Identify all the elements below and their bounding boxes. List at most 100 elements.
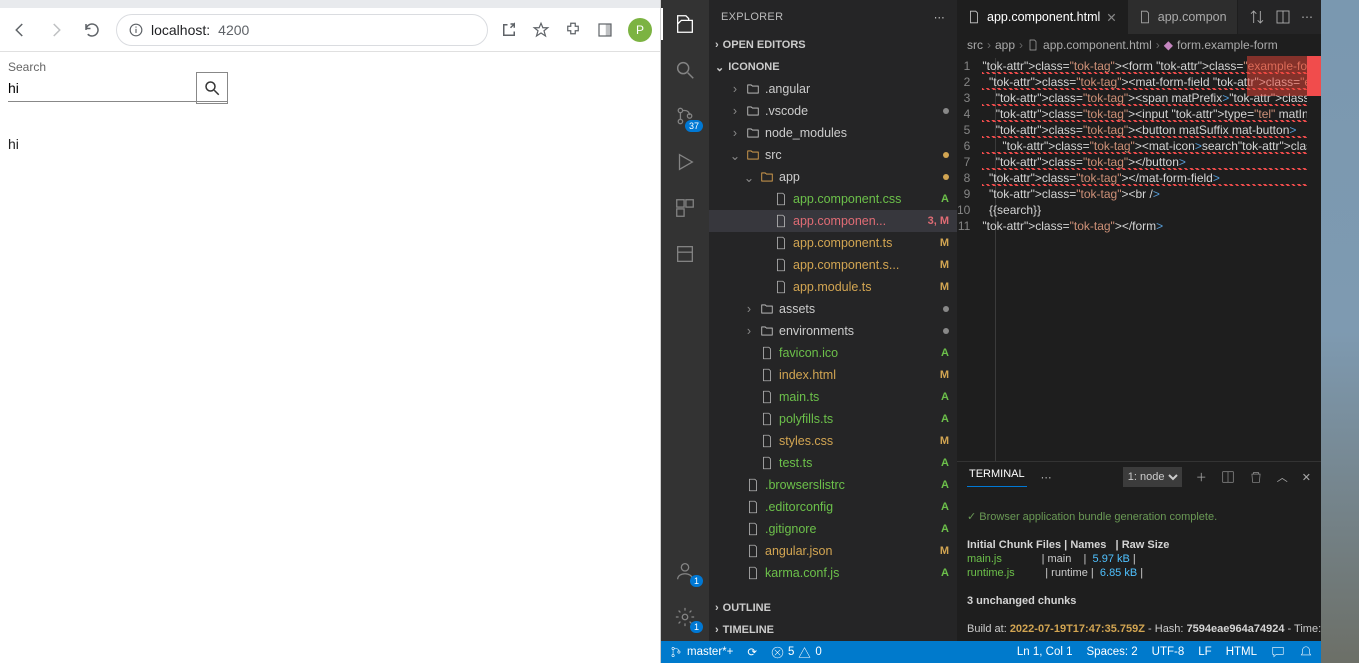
panel-tab-terminal[interactable]: TERMINAL <box>967 468 1027 487</box>
scm-badge: 37 <box>685 120 703 132</box>
terminal-selector[interactable]: 1: node <box>1123 467 1182 487</box>
section-outline[interactable]: ›OUTLINE <box>709 597 957 619</box>
chrome-window: localhost: 4200 P Search hi <box>0 0 661 663</box>
folder-row[interactable]: ⌄app <box>709 166 957 188</box>
file-row[interactable]: main.tsA <box>709 386 957 408</box>
sidebar-more-icon[interactable]: ⋯ <box>934 11 945 24</box>
file-row[interactable]: test.tsA <box>709 452 957 474</box>
address-bar[interactable]: localhost: 4200 <box>116 14 488 46</box>
folder-row[interactable]: ›.angular <box>709 78 957 100</box>
tab-secondary[interactable]: app.compon <box>1128 0 1238 34</box>
terminal-panel: TERMINAL ⋯ 1: node ＋ ︿ ✕ ✓ Browser appli… <box>957 461 1321 641</box>
editor-area: app.component.html ✕ app.compon ⋯ src› <box>957 0 1321 641</box>
symbol-icon: ◆ <box>1164 38 1173 52</box>
file-row[interactable]: .editorconfigA <box>709 496 957 518</box>
panel-more-icon[interactable]: ⋯ <box>1041 471 1052 484</box>
file-row[interactable]: .gitignoreA <box>709 518 957 540</box>
file-row[interactable]: karma.conf.jsA <box>709 562 957 584</box>
file-row[interactable]: favicon.icoA <box>709 342 957 364</box>
section-project[interactable]: ⌄ICONONE <box>709 56 957 78</box>
folder-row[interactable]: ›node_modules <box>709 122 957 144</box>
status-cursor[interactable]: Ln 1, Col 1 <box>1017 646 1073 658</box>
split-terminal-icon[interactable] <box>1221 470 1235 484</box>
file-row[interactable]: .browserslistrcA <box>709 474 957 496</box>
status-bar: master*+ ⟳ 5 0 Ln 1, Col 1 Spaces: 2 UTF… <box>661 641 1321 663</box>
bookmark-icon[interactable] <box>532 21 550 39</box>
status-feedback-icon[interactable] <box>1271 645 1285 659</box>
status-notifications-icon[interactable] <box>1299 645 1313 659</box>
extensions-icon[interactable] <box>564 21 582 39</box>
editor-more-icon[interactable]: ⋯ <box>1301 10 1313 24</box>
activity-accounts[interactable]: 1 <box>671 557 699 585</box>
file-icon <box>967 10 981 24</box>
new-terminal-icon[interactable]: ＋ <box>1196 469 1207 485</box>
sidebar: EXPLORER ⋯ ›OPEN EDITORS ⌄ICONONE ›.angu… <box>709 0 957 641</box>
file-icon <box>1027 39 1039 51</box>
folder-row[interactable]: ⌄src <box>709 144 957 166</box>
file-row[interactable]: app.component.s...M <box>709 254 957 276</box>
close-panel-icon[interactable]: ✕ <box>1302 471 1311 484</box>
search-button[interactable] <box>196 72 228 104</box>
share-icon[interactable] <box>500 21 518 39</box>
tab-active[interactable]: app.component.html ✕ <box>957 0 1128 34</box>
side-panel-icon[interactable] <box>596 21 614 39</box>
settings-badge: 1 <box>690 621 703 633</box>
status-indent[interactable]: Spaces: 2 <box>1087 646 1138 658</box>
reload-button[interactable] <box>80 18 104 42</box>
activity-extensions[interactable] <box>671 194 699 222</box>
forward-button[interactable] <box>44 18 68 42</box>
file-tree: ›.angular›.vscode›node_modules⌄src⌄appap… <box>709 78 957 597</box>
overview-ruler[interactable] <box>1307 56 1321 461</box>
code-editor[interactable]: 1234567891011 "tok-attr">class="tok-tag"… <box>957 56 1321 461</box>
activity-source-control[interactable]: 37 <box>671 102 699 130</box>
activity-other[interactable] <box>671 240 699 268</box>
vscode-window: 37 1 1 <box>661 0 1321 663</box>
status-encoding[interactable]: UTF-8 <box>1152 646 1185 658</box>
breadcrumbs[interactable]: src› app› app.component.html› ◆ form.exa… <box>957 34 1321 56</box>
file-row[interactable]: app.component.cssA <box>709 188 957 210</box>
maximize-panel-icon[interactable]: ︿ <box>1277 469 1288 485</box>
back-button[interactable] <box>8 18 32 42</box>
file-row[interactable]: angular.jsonM <box>709 540 957 562</box>
file-row[interactable]: styles.cssM <box>709 430 957 452</box>
compare-changes-icon[interactable] <box>1249 9 1265 25</box>
accounts-badge: 1 <box>690 575 703 587</box>
file-row[interactable]: index.htmlM <box>709 364 957 386</box>
status-language[interactable]: HTML <box>1226 646 1257 658</box>
profile-avatar[interactable]: P <box>628 18 652 42</box>
terminal-output[interactable]: ✓ Browser application bundle generation … <box>957 492 1321 641</box>
output-text: hi <box>8 136 652 152</box>
editor-tabs: app.component.html ✕ app.compon ⋯ <box>957 0 1321 34</box>
activity-explorer[interactable] <box>671 10 699 38</box>
status-sync[interactable]: ⟳ <box>747 645 757 659</box>
activity-run-debug[interactable] <box>671 148 699 176</box>
kill-terminal-icon[interactable] <box>1249 470 1263 484</box>
file-icon <box>1138 10 1152 24</box>
rendered-page: Search hi <box>0 52 660 663</box>
file-row[interactable]: app.component.tsM <box>709 232 957 254</box>
activity-settings[interactable]: 1 <box>671 603 699 631</box>
activity-bar: 37 1 1 <box>661 0 709 641</box>
section-open-editors[interactable]: ›OPEN EDITORS <box>709 34 957 56</box>
folder-row[interactable]: ›environments <box>709 320 957 342</box>
section-timeline[interactable]: ›TIMELINE <box>709 619 957 641</box>
close-icon[interactable]: ✕ <box>1106 10 1116 25</box>
url-host: localhost: <box>151 22 210 38</box>
folder-row[interactable]: ›.vscode <box>709 100 957 122</box>
url-port: 4200 <box>218 22 249 38</box>
sidebar-title: EXPLORER <box>721 11 783 23</box>
file-row[interactable]: app.module.tsM <box>709 276 957 298</box>
folder-row[interactable]: ›assets <box>709 298 957 320</box>
status-branch[interactable]: master*+ <box>669 645 733 659</box>
minimap[interactable] <box>1247 56 1307 96</box>
status-eol[interactable]: LF <box>1198 646 1211 658</box>
file-row[interactable]: polyfills.tsA <box>709 408 957 430</box>
search-input[interactable] <box>8 80 190 96</box>
browser-toolbar: localhost: 4200 P <box>0 8 660 52</box>
file-row[interactable]: app.componen...3, M <box>709 210 957 232</box>
status-problems[interactable]: 5 0 <box>771 646 822 659</box>
split-editor-icon[interactable] <box>1275 9 1291 25</box>
activity-search[interactable] <box>671 56 699 84</box>
browser-tab-strip[interactable] <box>0 0 660 8</box>
site-info-icon[interactable] <box>129 23 143 37</box>
